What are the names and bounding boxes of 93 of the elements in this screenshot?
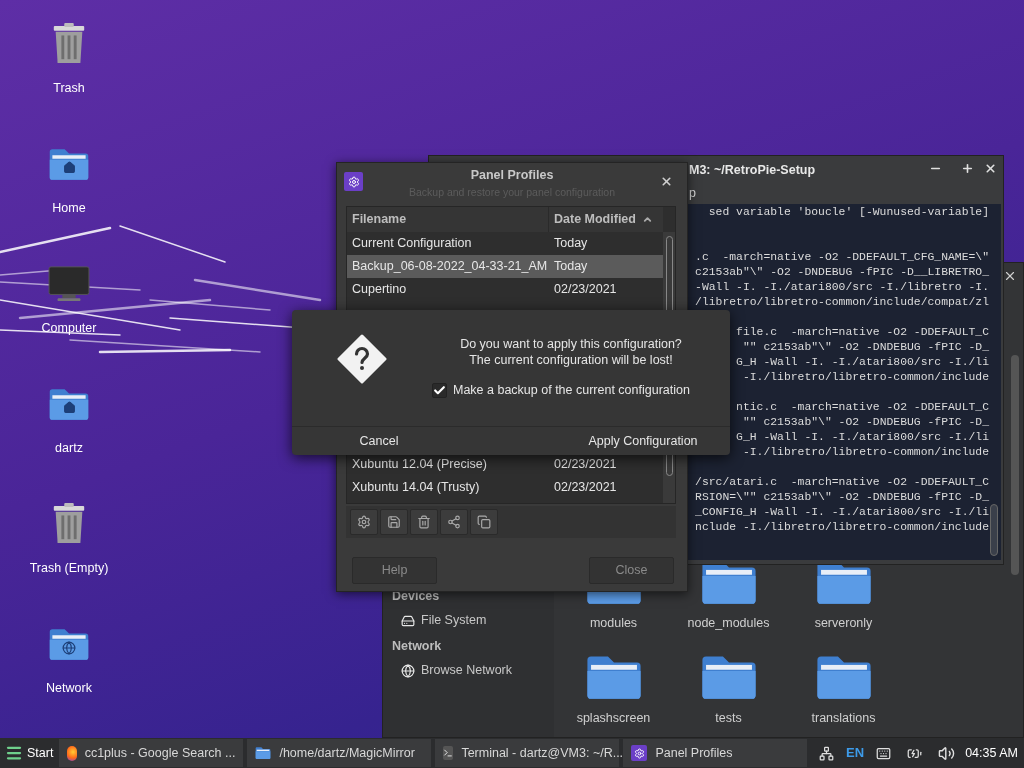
folder-label[interactable]: node_modules: [687, 615, 770, 631]
window-title: M3: ~/RetroPie-Setup: [689, 162, 816, 179]
terminal-line: "" c2153ab"\" -O2 -DNDEBUG -fPIC -D_: [742, 415, 989, 430]
terminal-line: RSION=\"" c2153ab"\" -O2 -DNDEBUG -fPIC -D_: [695, 490, 989, 505]
profile-name: Backup_06-08-2022_04-33-21_AM: [351, 258, 549, 276]
sidebar-item[interactable]: File System: [392, 608, 545, 633]
share-icon[interactable]: [440, 509, 468, 535]
profile-row[interactable]: Backup_06-08-2022_04-33-21_AM Today: [347, 255, 663, 278]
terminal-line: _CONFIG_H -Wall -I. -I./atari800/src -I./li: [695, 505, 989, 520]
trash-icon[interactable]: [410, 509, 438, 535]
sidebar-item[interactable]: Browse Network: [392, 658, 545, 683]
folder-label[interactable]: serveronly: [814, 615, 873, 631]
settings-icon: [631, 745, 648, 761]
close-icon[interactable]: [984, 162, 997, 175]
desktop-icon-label[interactable]: Home: [52, 199, 86, 218]
folder-label[interactable]: tests: [715, 710, 742, 726]
profile-row[interactable]: Xubuntu 12.04 (Precise) 02/23/2021: [347, 453, 663, 476]
profile-row[interactable]: Xubuntu 14.04 (Trusty) 02/23/2021: [347, 476, 663, 499]
terminal-line: ntic.c -march=native -O2 -DDEFAULT_C: [736, 400, 989, 415]
column-header[interactable]: Date Modified: [549, 207, 663, 232]
terminal-line: sed variable 'boucle' [-Wunused-variable]: [708, 205, 989, 220]
start-button[interactable]: Start: [3, 740, 56, 766]
copy-icon[interactable]: [470, 509, 498, 535]
cancel-button[interactable]: Cancel: [292, 427, 486, 455]
sidebar-heading: Network: [392, 638, 443, 656]
desktop-icon-label[interactable]: Network: [46, 679, 92, 698]
clock[interactable]: 04:35 AM: [965, 743, 1018, 763]
terminal-line: -I./libretro/libretro-common/include: [742, 370, 989, 385]
dialog-message: Do you want to apply this configuration?: [460, 336, 682, 352]
profile-name: Current Configuration: [351, 235, 473, 253]
volume-icon[interactable]: [938, 744, 956, 762]
taskbar-button[interactable]: cc1plus - Google Search ...: [59, 739, 244, 767]
desktop-icon-label[interactable]: Trash (Empty): [29, 559, 109, 578]
folder-label[interactable]: translations: [811, 710, 876, 726]
dialog-message: The current configuration will be lost!: [469, 352, 673, 368]
profile-row[interactable]: Current Configuration Today: [347, 232, 663, 255]
language-indicator[interactable]: EN: [846, 743, 865, 763]
sidebar-heading: Devices: [392, 588, 441, 606]
drive-icon: [401, 613, 415, 628]
terminal-line: /src/atari.c -march=native -O2 -DDEFAULT_C: [695, 475, 989, 490]
taskbar-button[interactable]: /home/dartz/MagicMirror: [247, 739, 432, 767]
profile-date: Today: [553, 258, 588, 276]
terminal-icon: [443, 746, 454, 760]
profile-row[interactable]: Cupertino 02/23/2021: [347, 278, 663, 301]
desktop-icon-label[interactable]: Computer: [41, 319, 97, 338]
terminal-line: nclude -I./libretro/libretro-common/include: [695, 520, 989, 535]
terminal-line: -I./libretro/libretro-common/include: [742, 445, 989, 460]
monitor-icon[interactable]: [48, 265, 90, 303]
keyboard-icon[interactable]: [876, 745, 892, 761]
terminal-line: G_H -Wall -I. -I./atari800/src -I./li: [736, 430, 989, 445]
profile-name: Xubuntu 12.04 (Precise): [351, 456, 488, 474]
apply-button[interactable]: Apply Configuration: [486, 427, 730, 455]
folder-label[interactable]: modules: [589, 615, 638, 631]
profile-name: Xubuntu 14.04 (Trusty): [351, 479, 481, 497]
close-icon[interactable]: [660, 175, 673, 188]
terminal-line: c2153ab"\" -O2 -DNDEBUG -fPIC -D__LIBRETRO_: [695, 265, 989, 280]
menu-item[interactable]: p: [689, 184, 696, 203]
scrollbar[interactable]: [1011, 355, 1019, 575]
profile-name: Cupertino: [351, 281, 408, 299]
backup-checkbox[interactable]: [432, 382, 447, 398]
gear-icon[interactable]: [350, 509, 378, 535]
settings-icon: [344, 172, 363, 191]
checkbox-label[interactable]: Make a backup of the current configuration: [453, 381, 690, 400]
profile-date: 02/23/2021: [553, 479, 617, 497]
column-header[interactable]: Filename: [347, 207, 549, 232]
folder-icon: [255, 746, 272, 760]
question-icon: [337, 334, 387, 384]
scrollbar[interactable]: [990, 504, 998, 556]
maximize-icon[interactable]: [961, 162, 974, 175]
terminal-line: -Wall -I. -I./atari800/src -I./libretro -I.: [695, 280, 989, 295]
browser-icon: [67, 745, 77, 761]
taskbar-button[interactable]: Terminal - dartz@VM3: ~/R...: [435, 739, 620, 767]
globe-icon: [401, 663, 415, 678]
close-icon[interactable]: [1003, 269, 1017, 283]
terminal-line: .c -march=native -O2 -DDEFAULT_CFG_NAME=\": [695, 250, 989, 265]
terminal-line: /libretro/libretro-common/include/compat/zl: [695, 295, 989, 310]
save-icon[interactable]: [380, 509, 408, 535]
window-title: Panel Profiles: [470, 167, 554, 184]
folder-label[interactable]: splashscreen: [576, 710, 651, 726]
desktop-icon-label[interactable]: Trash: [53, 79, 85, 98]
profile-date: Today: [553, 235, 588, 253]
profile-date: 02/23/2021: [553, 281, 617, 299]
help-button[interactable]: Help: [352, 557, 437, 584]
menu-icon: [5, 744, 23, 762]
close-button[interactable]: Close: [589, 557, 674, 584]
network-icon[interactable]: [819, 745, 835, 761]
desktop-icon-label[interactable]: dartz: [55, 439, 83, 458]
sort-icon: [641, 214, 653, 225]
profile-date: 02/23/2021: [553, 456, 617, 474]
terminal-line: file.c -march=native -O2 -DDEFAULT_C: [736, 325, 989, 340]
taskbar-button[interactable]: Panel Profiles: [623, 739, 808, 767]
terminal-line: "" c2153ab"\" -O2 -DNDEBUG -fPIC -D_: [742, 340, 989, 355]
terminal-line: G_H -Wall -I. -I./atari800/src -I./li: [736, 355, 989, 370]
